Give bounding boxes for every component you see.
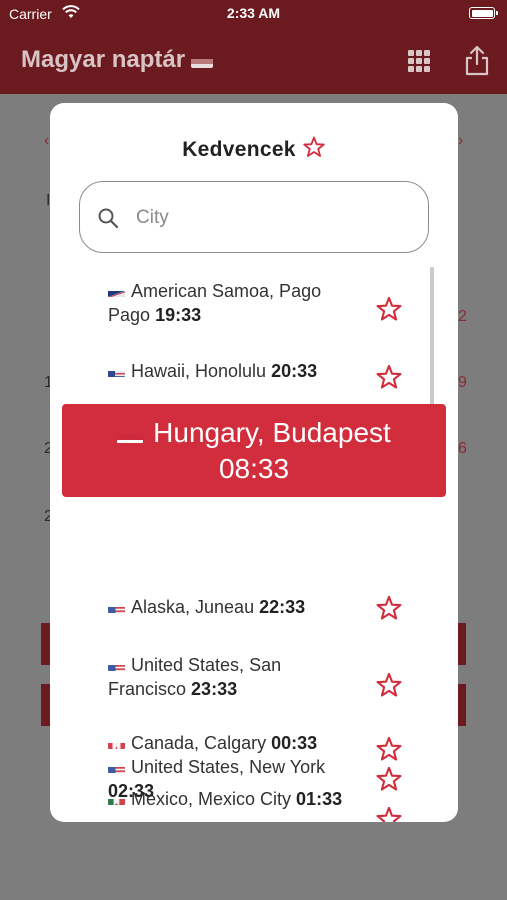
list-item[interactable]: Hawaii, Honolulu 20:33: [50, 353, 430, 409]
bg-mark: 2: [458, 308, 467, 325]
list-item-time: 19:33: [155, 305, 202, 325]
us-flag-icon: [108, 601, 125, 613]
navigation-bar: Magyar naptár: [0, 28, 507, 94]
app-title-text: Magyar naptár: [21, 46, 186, 73]
app-title: Magyar naptár: [21, 46, 214, 74]
bg-chevron-right: ›: [458, 132, 464, 149]
list-item-text: Alaska, Juneau 22:33: [108, 595, 363, 619]
list-item-place: Alaska, Juneau: [131, 597, 255, 617]
status-bar: Carrier 2:33 AM: [0, 0, 507, 28]
hungary-flag-icon: [117, 425, 144, 443]
list-item-text: Hawaii, Honolulu 20:33: [108, 359, 363, 383]
status-time: 2:33 AM: [226, 5, 281, 21]
list-item-text: United States, San Francisco 23:33: [108, 653, 363, 701]
list-item[interactable]: United States, San Francisco 23:33: [50, 645, 430, 713]
toast-place: Hungary, Budapest: [153, 417, 391, 448]
list-item-text: American Samoa, Pago Pago 19:33: [108, 279, 363, 327]
favorites-list: American Samoa, Pago Pago 19:33 Hawaii, …: [50, 265, 458, 822]
star-icon[interactable]: [375, 295, 403, 323]
list-item-time: 00:33: [271, 733, 318, 753]
star-icon[interactable]: [375, 765, 403, 793]
list-item-time: 20:33: [271, 361, 318, 381]
hungary-flag-icon: [191, 53, 214, 68]
bg-mark: 9: [458, 374, 467, 391]
hawaii-flag-icon: [108, 365, 125, 377]
bg-chevron-left: ‹: [44, 132, 50, 149]
list-item-text: United States, New York 02:33: [108, 755, 363, 803]
list-item[interactable]: American Samoa, Pago Pago 19:33: [50, 275, 430, 343]
us-flag-icon: [108, 659, 125, 671]
list-item-place: American Samoa, Pago Pago: [108, 281, 322, 325]
list-item-time: 22:33: [259, 597, 306, 617]
local-time-toast: Hungary, Budapest 08:33: [62, 404, 446, 497]
list-item[interactable]: Alaska, Juneau 22:33: [50, 589, 430, 622]
list-item-time: 23:33: [191, 679, 238, 699]
star-icon[interactable]: [375, 363, 403, 391]
star-icon[interactable]: [375, 671, 403, 699]
search-icon: [98, 208, 119, 229]
list-item-place: Hawaii, Honolulu: [131, 361, 267, 381]
search-input[interactable]: [136, 202, 406, 234]
list-item-time: 02:33: [108, 781, 155, 801]
list-item-place: United States, New York: [131, 757, 326, 777]
star-icon[interactable]: [375, 594, 403, 622]
grid-icon[interactable]: [408, 50, 430, 72]
canada-flag-icon: [108, 737, 125, 749]
modal-title: Kedvencek: [50, 135, 458, 162]
modal-title-text: Kedvencek: [182, 138, 296, 161]
share-icon[interactable]: [464, 44, 490, 76]
battery-icon: [469, 7, 498, 19]
bg-mark: 6: [458, 440, 467, 457]
city-search-field[interactable]: [79, 181, 429, 253]
american-samoa-flag-icon: [108, 285, 125, 297]
toast-time: 08:33: [218, 453, 290, 484]
list-item-place: Canada, Calgary: [131, 733, 267, 753]
us-flag-icon: [108, 761, 125, 773]
list-item[interactable]: United States, New York 02:33: [50, 751, 430, 811]
toast-place-line: Hungary, Budapest: [62, 415, 446, 451]
star-outline-icon: [303, 136, 325, 157]
